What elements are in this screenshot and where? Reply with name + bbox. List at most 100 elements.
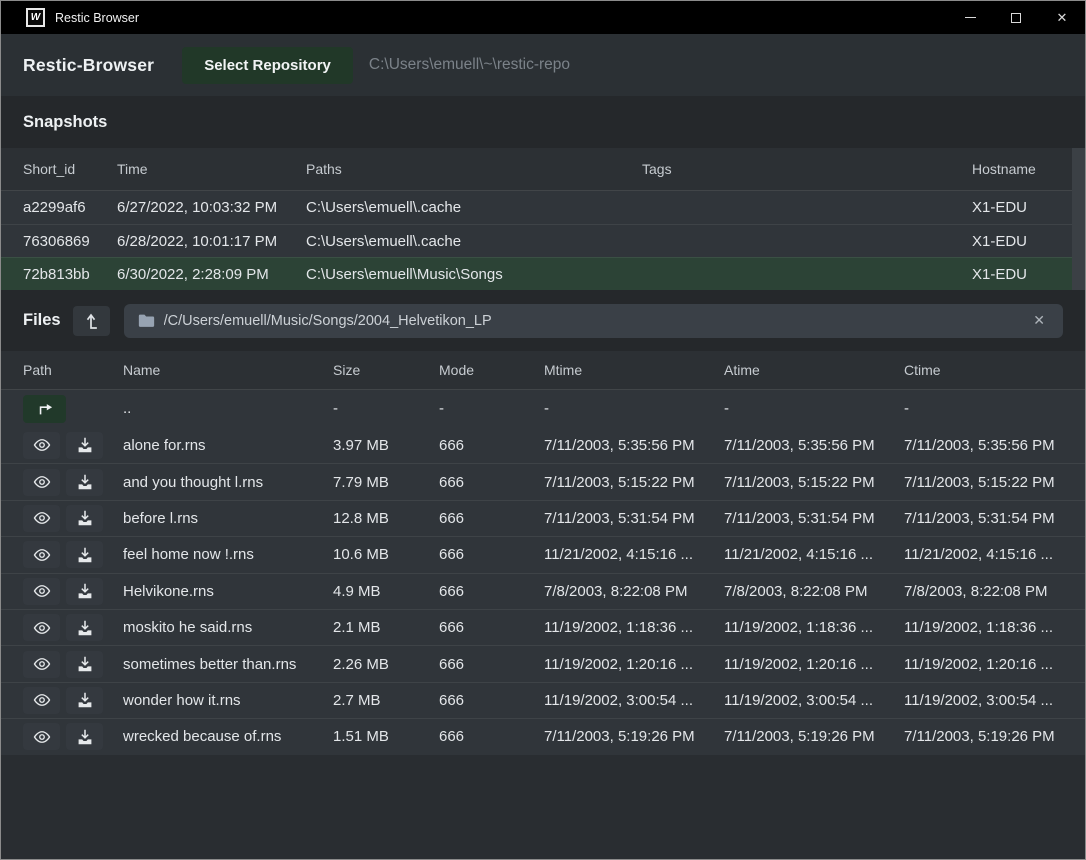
file-mtime: 7/8/2003, 8:22:08 PM bbox=[544, 583, 724, 600]
clear-path-button[interactable]: ✕ bbox=[1029, 310, 1049, 331]
file-ctime: 11/21/2002, 4:15:16 ... bbox=[904, 546, 1063, 563]
eye-icon bbox=[33, 730, 51, 744]
restore-file-button[interactable] bbox=[66, 578, 103, 605]
file-size: 10.6 MB bbox=[333, 546, 439, 563]
file-mtime: 7/11/2003, 5:31:54 PM bbox=[544, 510, 724, 527]
snapshot-hostname: X1-EDU bbox=[972, 266, 1063, 283]
snapshot-row-selected[interactable]: 72b813bb 6/30/2022, 2:28:09 PM C:\Users\… bbox=[1, 257, 1085, 290]
files-section-header: Files ✕ bbox=[1, 290, 1085, 351]
file-name: sometimes better than.rns bbox=[123, 656, 333, 673]
maximize-button[interactable] bbox=[993, 1, 1039, 34]
download-icon bbox=[77, 474, 93, 490]
download-icon bbox=[77, 510, 93, 526]
file-mtime: 11/19/2002, 1:20:16 ... bbox=[544, 656, 724, 673]
file-mtime: 11/19/2002, 3:00:54 ... bbox=[544, 692, 724, 709]
snapshot-paths: C:\Users\emuell\Music\Songs bbox=[306, 266, 642, 283]
current-path-field[interactable]: ✕ bbox=[124, 304, 1063, 338]
minimize-button[interactable] bbox=[947, 1, 993, 34]
file-mode: 666 bbox=[439, 437, 544, 454]
snapshots-header-row: Short_id Time Paths Tags Hostname bbox=[1, 148, 1085, 191]
file-mode: 666 bbox=[439, 546, 544, 563]
file-ctime: 7/11/2003, 5:15:22 PM bbox=[904, 474, 1063, 491]
window-title: Restic Browser bbox=[55, 11, 139, 25]
file-ctime: 7/11/2003, 5:31:54 PM bbox=[904, 510, 1063, 527]
preview-file-button[interactable] bbox=[23, 541, 60, 568]
file-atime: 7/8/2003, 8:22:08 PM bbox=[724, 583, 904, 600]
file-size: - bbox=[333, 400, 439, 417]
col-short-id: Short_id bbox=[23, 161, 117, 177]
file-atime: 7/11/2003, 5:19:26 PM bbox=[724, 728, 904, 745]
restore-file-button[interactable] bbox=[66, 469, 103, 496]
file-mtime: - bbox=[544, 400, 724, 417]
eye-icon bbox=[33, 548, 51, 562]
snapshot-row[interactable]: 76306869 6/28/2022, 10:01:17 PM C:\Users… bbox=[1, 224, 1085, 257]
restore-file-button[interactable] bbox=[66, 687, 103, 714]
restore-file-button[interactable] bbox=[66, 432, 103, 459]
file-ctime: 11/19/2002, 3:00:54 ... bbox=[904, 692, 1063, 709]
file-row: and you thought l.rns 7.79 MB 666 7/11/2… bbox=[1, 463, 1085, 499]
file-atime: 7/11/2003, 5:31:54 PM bbox=[724, 510, 904, 527]
go-to-parent-button[interactable] bbox=[23, 395, 66, 423]
parent-dir-row: .. - - - - - bbox=[1, 390, 1085, 427]
file-row: feel home now !.rns 10.6 MB 666 11/21/20… bbox=[1, 536, 1085, 572]
close-button[interactable]: ✕ bbox=[1039, 1, 1085, 34]
snapshots-scrollbar[interactable] bbox=[1072, 148, 1085, 290]
eye-icon bbox=[33, 438, 51, 452]
file-size: 2.1 MB bbox=[333, 619, 439, 636]
col-path: Path bbox=[23, 362, 123, 378]
col-atime: Atime bbox=[724, 362, 904, 378]
file-atime: 11/19/2002, 1:20:16 ... bbox=[724, 656, 904, 673]
file-row: before l.rns 12.8 MB 666 7/11/2003, 5:31… bbox=[1, 500, 1085, 536]
snapshot-time: 6/27/2022, 10:03:32 PM bbox=[117, 199, 306, 216]
eye-icon bbox=[33, 621, 51, 635]
col-size: Size bbox=[333, 362, 439, 378]
eye-icon bbox=[33, 657, 51, 671]
preview-file-button[interactable] bbox=[23, 505, 60, 532]
level-up-icon bbox=[83, 312, 99, 330]
file-mode: 666 bbox=[439, 619, 544, 636]
download-icon bbox=[77, 547, 93, 563]
restore-file-button[interactable] bbox=[66, 505, 103, 532]
preview-file-button[interactable] bbox=[23, 432, 60, 459]
col-paths: Paths bbox=[306, 161, 642, 177]
snapshot-paths: C:\Users\emuell\.cache bbox=[306, 233, 642, 250]
file-atime: 7/11/2003, 5:15:22 PM bbox=[724, 474, 904, 491]
file-size: 3.97 MB bbox=[333, 437, 439, 454]
file-atime: 7/11/2003, 5:35:56 PM bbox=[724, 437, 904, 454]
download-icon bbox=[77, 692, 93, 708]
file-ctime: 7/8/2003, 8:22:08 PM bbox=[904, 583, 1063, 600]
folder-icon bbox=[138, 313, 155, 328]
file-name: moskito he said.rns bbox=[123, 619, 333, 636]
restore-file-button[interactable] bbox=[66, 541, 103, 568]
file-size: 12.8 MB bbox=[333, 510, 439, 527]
restore-file-button[interactable] bbox=[66, 651, 103, 678]
titlebar: W Restic Browser ✕ bbox=[1, 1, 1085, 34]
preview-file-button[interactable] bbox=[23, 651, 60, 678]
file-name: alone for.rns bbox=[123, 437, 333, 454]
preview-file-button[interactable] bbox=[23, 723, 60, 750]
preview-file-button[interactable] bbox=[23, 469, 60, 496]
preview-file-button[interactable] bbox=[23, 578, 60, 605]
download-icon bbox=[77, 729, 93, 745]
level-up-button[interactable] bbox=[73, 306, 110, 336]
file-ctime: 11/19/2002, 1:18:36 ... bbox=[904, 619, 1063, 636]
maximize-icon bbox=[1011, 13, 1021, 23]
file-mode: - bbox=[439, 400, 544, 417]
app-logo-icon: W bbox=[26, 8, 45, 27]
file-ctime: 11/19/2002, 1:20:16 ... bbox=[904, 656, 1063, 673]
snapshot-row[interactable]: a2299af6 6/27/2022, 10:03:32 PM C:\Users… bbox=[1, 191, 1085, 224]
file-mode: 666 bbox=[439, 728, 544, 745]
preview-file-button[interactable] bbox=[23, 614, 60, 641]
empty-area bbox=[1, 755, 1085, 859]
restore-file-button[interactable] bbox=[66, 614, 103, 641]
snapshot-hostname: X1-EDU bbox=[972, 233, 1063, 250]
file-row: wrecked because of.rns 1.51 MB 666 7/11/… bbox=[1, 718, 1085, 754]
file-row: wonder how it.rns 2.7 MB 666 11/19/2002,… bbox=[1, 682, 1085, 718]
eye-icon bbox=[33, 584, 51, 598]
eye-icon bbox=[33, 475, 51, 489]
path-input[interactable] bbox=[164, 313, 1021, 329]
snapshot-short-id: 76306869 bbox=[23, 233, 117, 250]
preview-file-button[interactable] bbox=[23, 687, 60, 714]
restore-file-button[interactable] bbox=[66, 723, 103, 750]
select-repository-button[interactable]: Select Repository bbox=[182, 47, 353, 84]
